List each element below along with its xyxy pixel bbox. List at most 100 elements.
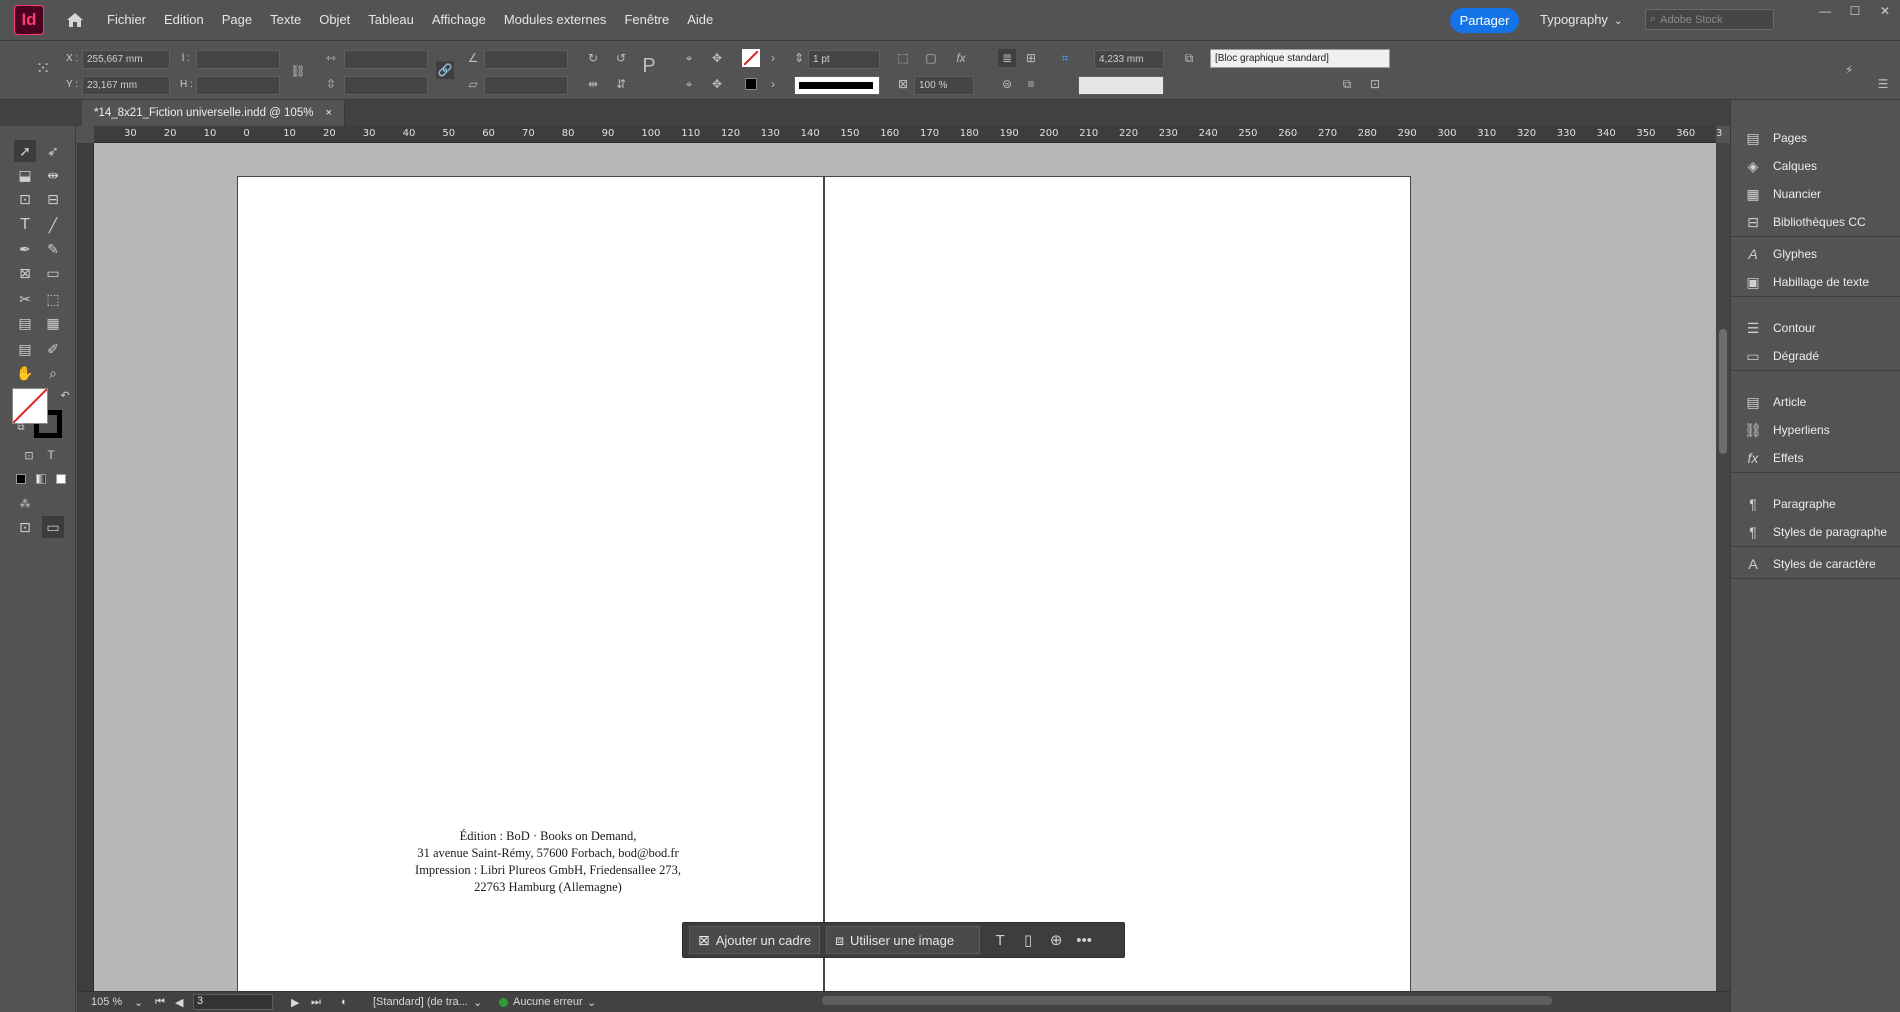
- profile-chevron-icon[interactable]: ⌄: [473, 996, 482, 1009]
- panel-nuancier[interactable]: ▦ Nuancier: [1731, 180, 1900, 208]
- free-transform-tool-icon[interactable]: ⬚: [42, 288, 64, 310]
- page-tool-icon[interactable]: ⬓: [14, 164, 36, 186]
- panel-effets[interactable]: fx Effets: [1731, 444, 1900, 472]
- flip-horizontal-icon[interactable]: ⇹: [584, 75, 602, 93]
- add-frame-button[interactable]: ⊠ Ajouter un cadre: [689, 926, 821, 954]
- close-window-icon[interactable]: ✕: [1870, 0, 1900, 22]
- workspace-switcher[interactable]: Typography ⌄: [1540, 0, 1622, 42]
- stroke-type-select[interactable]: [794, 76, 880, 95]
- vertical-scrollbar[interactable]: [1716, 143, 1730, 991]
- text-wrap-bounding-icon[interactable]: ⊞: [1022, 49, 1040, 67]
- type-tool-icon[interactable]: T: [14, 214, 36, 236]
- preflight-status[interactable]: Aucune erreur: [513, 996, 583, 1008]
- scale-y-field[interactable]: [344, 76, 428, 95]
- frame-fitting-icon[interactable]: ⬚: [894, 49, 912, 67]
- text-path-icon[interactable]: P: [640, 55, 658, 77]
- constrain-proportions-icon[interactable]: ⛓: [289, 62, 307, 80]
- horizontal-scroll-thumb[interactable]: [822, 996, 1552, 1005]
- rectangle-tool-icon[interactable]: ▭: [42, 262, 64, 284]
- last-page-icon[interactable]: ⏭: [311, 996, 321, 1009]
- stroke-swatch-icon[interactable]: [742, 75, 760, 93]
- redefine-style-icon[interactable]: ⊡: [1366, 75, 1384, 93]
- close-tab-icon[interactable]: ×: [325, 107, 331, 119]
- panel-paragraphe[interactable]: ¶ Paragraphe: [1731, 490, 1900, 518]
- first-page-icon[interactable]: ⏮: [155, 996, 165, 1009]
- view-mode-icon[interactable]: ⊡: [14, 516, 36, 538]
- rotate-cw-icon[interactable]: ↻: [584, 49, 602, 67]
- text-wrap-shape-icon[interactable]: ⊜: [998, 75, 1016, 93]
- zoom-chevron-icon[interactable]: ⌄: [134, 996, 143, 1009]
- type-icon[interactable]: T: [986, 926, 1014, 954]
- menu-aide[interactable]: Aide: [678, 0, 722, 40]
- note-tool-icon[interactable]: ▤: [14, 338, 36, 360]
- shear-field[interactable]: [484, 76, 568, 95]
- scissors-tool-icon[interactable]: ✂: [14, 288, 36, 310]
- panel-hyperliens[interactable]: ⛓ Hyperliens: [1731, 416, 1900, 444]
- panel-contour[interactable]: ☰ Contour: [1731, 314, 1900, 342]
- previous-page-icon[interactable]: ◀: [175, 996, 183, 1009]
- ai-tool-icon[interactable]: ⁂: [14, 492, 36, 514]
- use-image-button[interactable]: ⧈ Utiliser une image: [826, 926, 981, 954]
- minimize-icon[interactable]: —: [1810, 0, 1840, 22]
- scale-x-field[interactable]: [344, 50, 428, 69]
- preflight-profile[interactable]: [Standard] (de tra...: [373, 996, 468, 1008]
- rotate-field[interactable]: [484, 50, 568, 69]
- text-wrap-none-icon[interactable]: ≣: [998, 49, 1016, 67]
- panel-bibliotheques[interactable]: ⊟ Bibliothèques CC: [1731, 208, 1900, 236]
- select-previous-icon[interactable]: ⌖: [680, 75, 698, 93]
- text-wrap-jump-icon[interactable]: ≡: [1022, 75, 1040, 93]
- vertical-ruler[interactable]: [77, 143, 94, 991]
- panel-habillage[interactable]: ▣ Habillage de texte: [1731, 268, 1900, 296]
- menu-fichier[interactable]: Fichier: [98, 0, 155, 40]
- page-number-field[interactable]: 3: [193, 994, 273, 1010]
- zoom-tool-icon[interactable]: ⌕: [42, 362, 64, 384]
- share-button[interactable]: Partager: [1450, 8, 1519, 33]
- clear-overrides-icon[interactable]: ⧉: [1338, 75, 1356, 93]
- reference-point-icon[interactable]: ⁙: [30, 55, 56, 81]
- height-field[interactable]: [196, 76, 280, 95]
- menu-tableau[interactable]: Tableau: [359, 0, 423, 40]
- panel-calques[interactable]: ◈ Calques: [1731, 152, 1900, 180]
- panel-pages[interactable]: ▤ Pages: [1731, 124, 1900, 152]
- menu-affichage[interactable]: Affichage: [423, 0, 495, 40]
- screen-mode-icon[interactable]: ▭: [42, 516, 64, 538]
- width-field[interactable]: [196, 50, 280, 69]
- flip-vertical-icon[interactable]: ⇵: [612, 75, 630, 93]
- rotate-ccw-icon[interactable]: ↺: [612, 49, 630, 67]
- line-tool-icon[interactable]: ╱: [42, 214, 64, 236]
- open-page-icon[interactable]: ◐: [341, 996, 348, 1008]
- stroke-weight-stepper-icon[interactable]: ⇕: [790, 49, 808, 67]
- fill-menu-chevron-icon[interactable]: ›: [764, 49, 782, 67]
- apply-color-icon[interactable]: [10, 468, 32, 490]
- scroll-thumb[interactable]: [1719, 329, 1727, 454]
- selection-tool-icon[interactable]: ➚: [14, 140, 36, 162]
- content-placer-icon[interactable]: ⊟: [42, 188, 64, 210]
- quick-apply-icon[interactable]: ⚡: [1840, 61, 1858, 79]
- corner-options-icon[interactable]: ⌗: [1056, 49, 1074, 67]
- left-page[interactable]: Édition : BoD · Books on Demand, 31 aven…: [237, 176, 824, 991]
- stroke-weight-field[interactable]: 1 pt: [808, 50, 880, 69]
- fill-none-swatch[interactable]: [742, 49, 760, 67]
- menu-page[interactable]: Page: [213, 0, 261, 40]
- gradient-swatch-tool-icon[interactable]: ▤: [14, 312, 36, 334]
- corner-shape-select[interactable]: [1078, 76, 1164, 95]
- rectangle-frame-tool-icon[interactable]: ⊠: [14, 262, 36, 284]
- zoom-level[interactable]: 105 %: [91, 996, 122, 1008]
- opacity-field[interactable]: 100 %: [914, 76, 974, 95]
- panel-styles-paragraphe[interactable]: ¶ Styles de paragraphe: [1731, 518, 1900, 546]
- gap-tool-icon[interactable]: ⇹: [42, 164, 64, 186]
- formatting-container-icon[interactable]: ⊡: [18, 444, 40, 466]
- apply-none-icon[interactable]: [50, 468, 72, 490]
- link-scale-icon[interactable]: 🔗: [436, 61, 454, 79]
- stroke-menu-chevron-icon[interactable]: ›: [764, 75, 782, 93]
- page-icon[interactable]: ▯: [1014, 926, 1042, 954]
- panel-article[interactable]: ▤ Article: [1731, 388, 1900, 416]
- adobe-stock-search[interactable]: ⌕ Adobe Stock: [1645, 9, 1774, 30]
- content-collector-icon[interactable]: ⊡: [14, 188, 36, 210]
- formatting-text-icon[interactable]: T: [40, 444, 62, 466]
- gradient-feather-tool-icon[interactable]: ▦: [42, 312, 64, 334]
- maximize-icon[interactable]: ☐: [1840, 0, 1870, 22]
- next-page-icon[interactable]: ▶: [291, 996, 299, 1009]
- menu-objet[interactable]: Objet: [310, 0, 359, 40]
- pencil-tool-icon[interactable]: ✎: [42, 238, 64, 260]
